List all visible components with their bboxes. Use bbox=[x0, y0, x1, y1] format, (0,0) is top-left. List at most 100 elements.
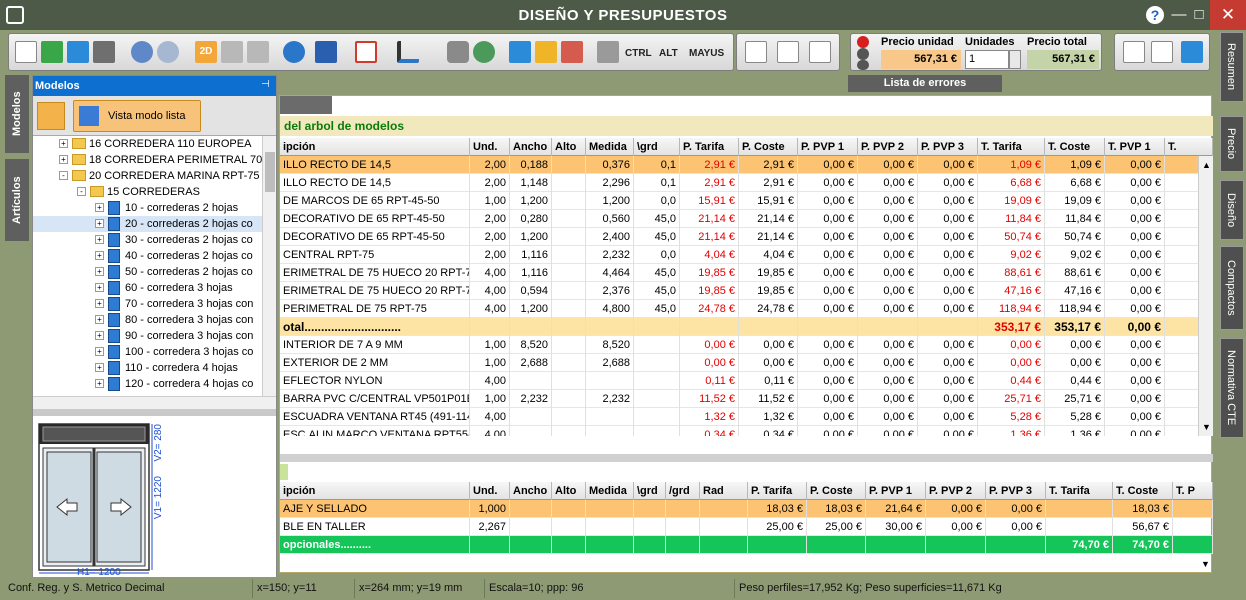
column-header[interactable]: P. Tarifa bbox=[680, 138, 739, 156]
scroll-up-icon[interactable]: ▲ bbox=[1202, 160, 1211, 170]
column-header[interactable]: P. PVP 2 bbox=[926, 482, 986, 500]
column-header[interactable]: P. Coste bbox=[739, 138, 798, 156]
tab-resumen[interactable]: Resumen bbox=[1220, 32, 1244, 102]
tree-item[interactable]: +30 - correderas 2 hojas co bbox=[33, 232, 276, 248]
open-icon[interactable] bbox=[41, 41, 63, 63]
column-header[interactable]: P. PVP 1 bbox=[798, 138, 858, 156]
column-header[interactable]: P. PVP 3 bbox=[986, 482, 1046, 500]
expand-icon[interactable]: + bbox=[95, 267, 104, 276]
edit-f-icon[interactable] bbox=[777, 41, 799, 63]
expand-icon[interactable]: + bbox=[95, 331, 104, 340]
model-tree[interactable]: +16 CORREDERA 110 EUROPEA +18 CORREDERA P… bbox=[33, 136, 276, 396]
expand-icon[interactable]: + bbox=[95, 363, 104, 372]
column-header[interactable]: /grd bbox=[666, 482, 700, 500]
unidades-input[interactable]: 1 bbox=[965, 50, 1009, 69]
tree-item[interactable]: +100 - corredera 3 hojas co bbox=[33, 344, 276, 360]
table-row[interactable]: ESC.ALIN.MARCO VENTANA RPT55-60. 4,00 0,34… bbox=[280, 426, 1198, 436]
tree-item[interactable]: +10 - correderas 2 hojas bbox=[33, 200, 276, 216]
table-row[interactable]: BARRA PVC C/CENTRAL VP501P01E01 1,00 2,232… bbox=[280, 390, 1198, 408]
collapse-icon[interactable]: - bbox=[77, 187, 86, 196]
expand-icon[interactable]: + bbox=[95, 315, 104, 324]
ctrl-label[interactable]: CTRL bbox=[625, 48, 652, 59]
edit-doc-icon[interactable] bbox=[1123, 41, 1145, 63]
unidades-spinner[interactable] bbox=[1009, 50, 1021, 69]
edit-a-icon[interactable] bbox=[809, 41, 831, 63]
lock-icon[interactable] bbox=[447, 41, 469, 63]
tree-item[interactable]: +120 - corredera 4 hojas co bbox=[33, 376, 276, 392]
table-row[interactable]: DECORATIVO DE 65 RPT-45-50 2,00 0,280 0,560… bbox=[280, 210, 1198, 228]
panel-splitter[interactable] bbox=[33, 409, 276, 416]
grid-icon[interactable] bbox=[509, 41, 531, 63]
tab-modelos[interactable]: Modelos bbox=[5, 75, 29, 153]
tree-item[interactable]: +20 - correderas 2 hojas co bbox=[33, 216, 276, 232]
expand-icon[interactable]: + bbox=[95, 251, 104, 260]
view-3d-icon[interactable] bbox=[221, 41, 243, 63]
column-header[interactable]: \grd bbox=[634, 138, 680, 156]
undo-icon[interactable] bbox=[131, 41, 153, 63]
tree-scrollbar[interactable] bbox=[262, 136, 276, 396]
column-header[interactable]: T. Coste bbox=[1045, 138, 1105, 156]
pin-icon[interactable]: ⊣ bbox=[261, 79, 273, 91]
expand-icon[interactable]: + bbox=[59, 155, 68, 164]
column-header[interactable]: P. PVP 1 bbox=[866, 482, 926, 500]
rows-icon[interactable] bbox=[561, 41, 583, 63]
column-header[interactable]: Alto bbox=[552, 138, 586, 156]
view-3d-alt-icon[interactable] bbox=[247, 41, 269, 63]
column-header[interactable]: ipción bbox=[280, 482, 470, 500]
tree-hscrollbar[interactable] bbox=[33, 396, 276, 409]
column-header[interactable]: T. P bbox=[1173, 482, 1213, 500]
tree-item[interactable]: +90 - corredera 3 hojas con bbox=[33, 328, 276, 344]
help-button[interactable]: ? bbox=[1146, 6, 1164, 24]
table-row[interactable]: ESCUADRA VENTANA RT45 (491-1143) 4,00 1,32… bbox=[280, 408, 1198, 426]
top-table-scrollbar[interactable]: ▲ ▼ bbox=[1198, 156, 1213, 436]
tree-scrollbar-thumb[interactable] bbox=[265, 152, 275, 192]
table-row[interactable]: ILLO RECTO DE 14,5 2,00 0,188 0,376 0,1 2,91 … bbox=[280, 156, 1198, 174]
zoom-icon[interactable] bbox=[283, 41, 305, 63]
table-row[interactable]: PERIMETRAL DE 75 RPT-75 4,00 1,200 4,800 45,… bbox=[280, 300, 1198, 318]
column-header[interactable]: T. PVP 1 bbox=[1105, 138, 1165, 156]
column-header[interactable]: P. PVP 2 bbox=[858, 138, 918, 156]
column-header[interactable]: Und. bbox=[470, 138, 510, 156]
tables-splitter[interactable] bbox=[280, 454, 1213, 462]
table-row[interactable]: ERIMETRAL DE 75 HUECO 20 RPT-75 4,00 0,594… bbox=[280, 282, 1198, 300]
model-action-icon[interactable] bbox=[37, 102, 65, 130]
tab-normativa[interactable]: Normativa CTE bbox=[1220, 338, 1244, 438]
expand-icon[interactable]: + bbox=[95, 379, 104, 388]
profile-l-icon[interactable] bbox=[397, 41, 419, 63]
tree-item[interactable]: +16 CORREDERA 110 EUROPEA bbox=[33, 136, 276, 152]
tree-item[interactable]: - 15 CORREDERAS bbox=[33, 184, 276, 200]
tree-item[interactable]: +18 CORREDERA PERIMETRAL 70 bbox=[33, 152, 276, 168]
column-header[interactable]: T. Tarifa bbox=[978, 138, 1045, 156]
column-header[interactable]: T. bbox=[1165, 138, 1213, 156]
column-header[interactable]: T. Coste bbox=[1113, 482, 1173, 500]
table-row[interactable]: BLE EN TALLER 2,267 25,00 €25,00 €30,00 €0… bbox=[280, 518, 1213, 536]
tab-precio[interactable]: Precio bbox=[1220, 116, 1244, 172]
expand-icon[interactable]: + bbox=[95, 347, 104, 356]
alt-label[interactable]: ALT bbox=[659, 48, 678, 59]
tree-item[interactable]: +80 - corredera 3 hojas con bbox=[33, 312, 276, 328]
table-row[interactable]: INTERIOR DE 7 A 9 MM 1,00 8,520 8,520 0,00 €… bbox=[280, 336, 1198, 354]
expand-icon[interactable]: + bbox=[59, 139, 68, 148]
collapse-icon[interactable]: - bbox=[59, 171, 68, 180]
new-file-icon[interactable] bbox=[15, 41, 37, 63]
fit-view-icon[interactable] bbox=[315, 41, 337, 63]
column-header[interactable]: P. Tarifa bbox=[748, 482, 807, 500]
column-header[interactable]: T. Tarifa bbox=[1046, 482, 1113, 500]
tab-articulos[interactable]: Artículos bbox=[5, 159, 29, 241]
expand-icon[interactable]: + bbox=[95, 235, 104, 244]
tree-item[interactable]: - 20 CORREDERA MARINA RPT-75 bbox=[33, 168, 276, 184]
table-row[interactable]: DECORATIVO DE 65 RPT-45-50 2,00 1,200 2,400… bbox=[280, 228, 1198, 246]
keyboard-icon[interactable] bbox=[597, 41, 619, 63]
tree-item[interactable]: +50 - correderas 2 hojas co bbox=[33, 264, 276, 280]
tab-compactos[interactable]: Compactos bbox=[1220, 246, 1244, 330]
scroll-down-icon[interactable]: ▼ bbox=[1202, 422, 1211, 432]
table-row[interactable]: CENTRAL RPT-75 2,00 1,116 2,232 0,0 4,04 €4,0… bbox=[280, 246, 1198, 264]
column-header[interactable]: Medida bbox=[586, 482, 634, 500]
save-icon[interactable] bbox=[67, 41, 89, 63]
tree-item[interactable]: +70 - corredera 3 hojas con bbox=[33, 296, 276, 312]
table-row[interactable]: ERIMETRAL DE 75 HUECO 20 RPT-75 4,00 1,116… bbox=[280, 264, 1198, 282]
table-row[interactable]: opcionales.......... 74,70 €74,70 € bbox=[280, 536, 1213, 554]
column-header[interactable]: Ancho bbox=[510, 482, 552, 500]
column-header[interactable]: Ancho bbox=[510, 138, 552, 156]
tab-diseno[interactable]: Diseño bbox=[1220, 180, 1244, 240]
